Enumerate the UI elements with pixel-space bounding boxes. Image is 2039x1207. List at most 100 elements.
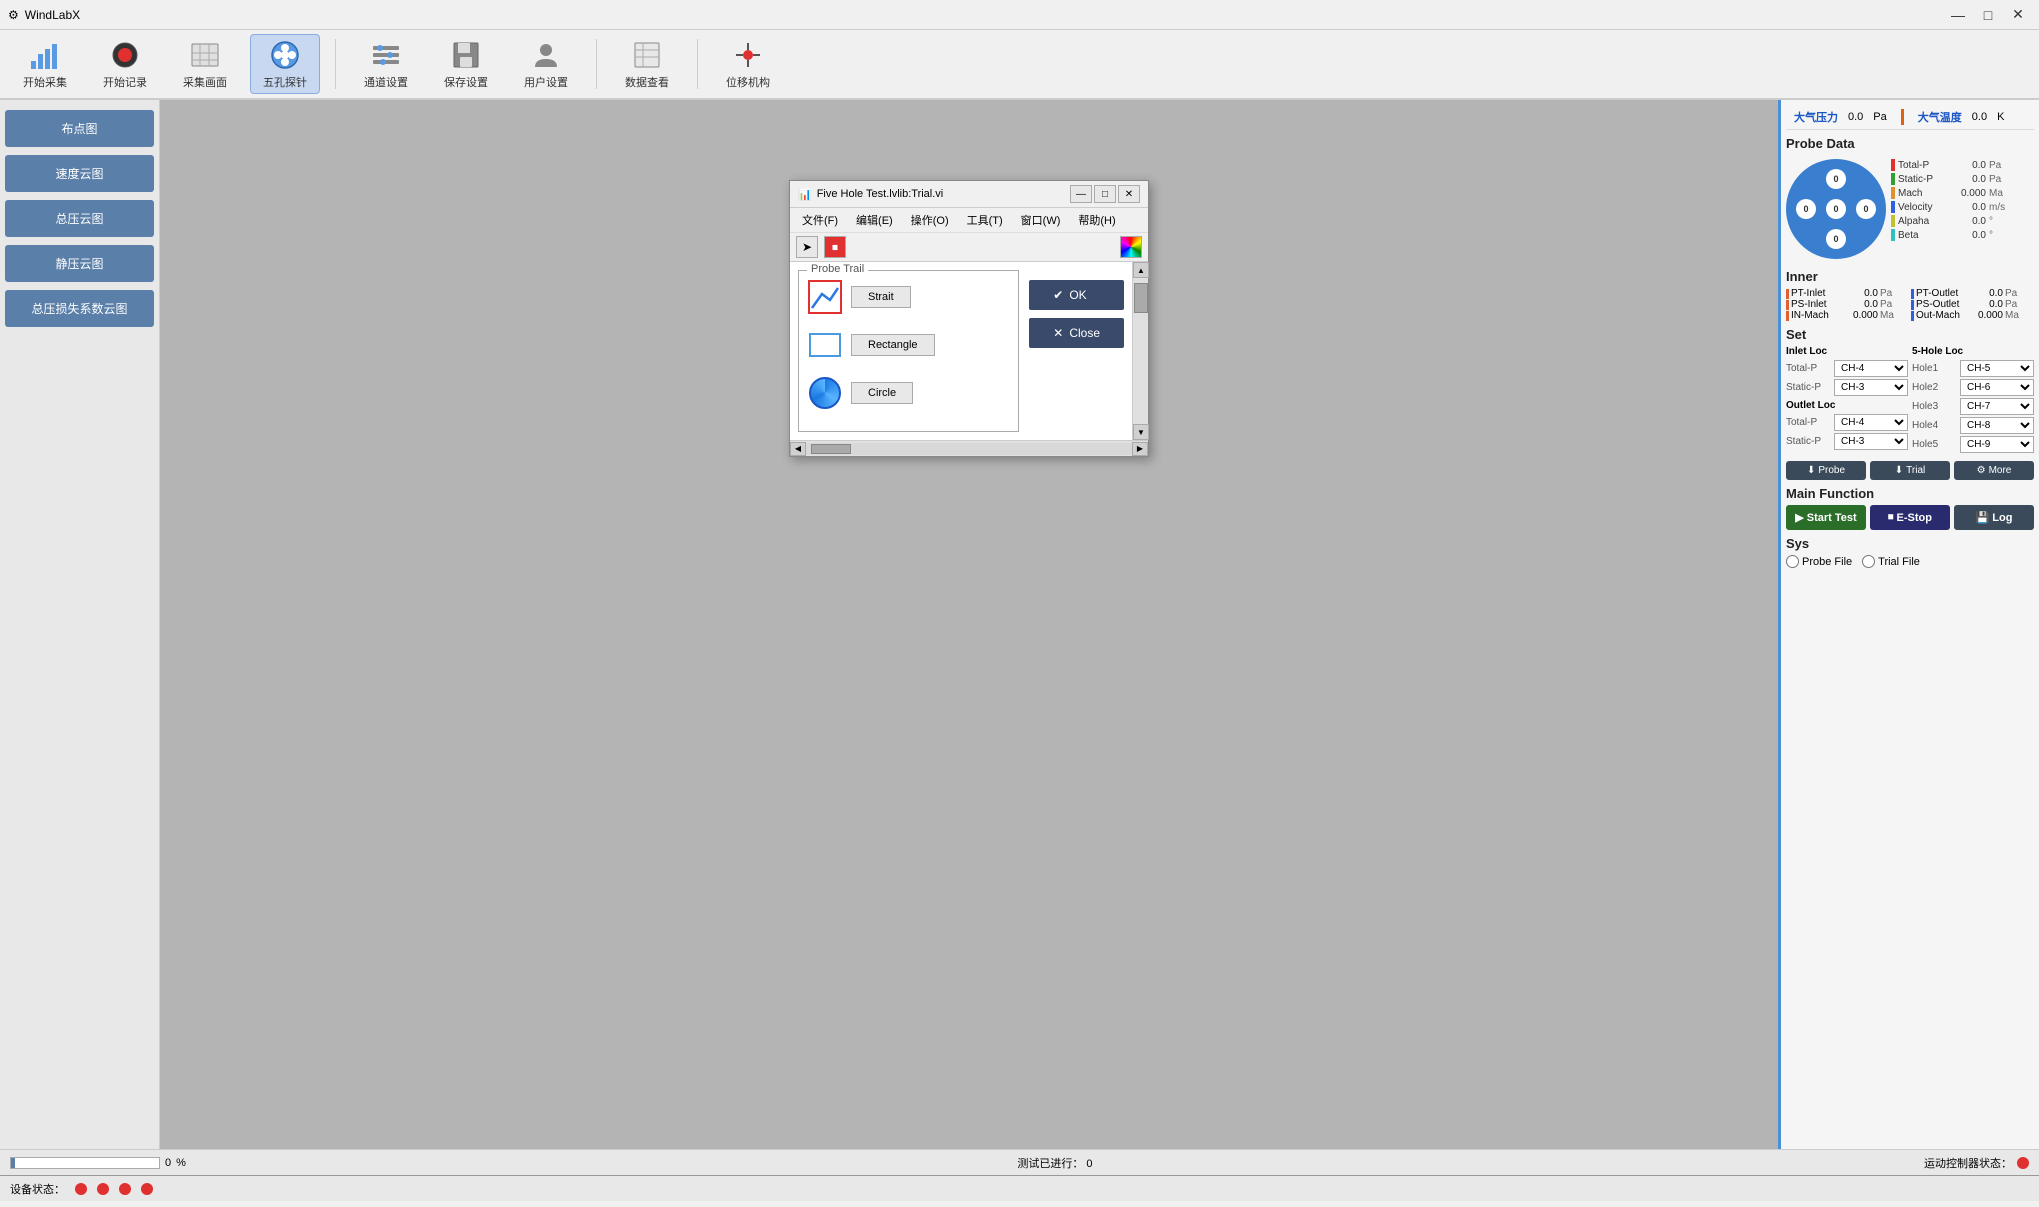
toolbar-data-check[interactable]: 数据查看: [612, 34, 682, 94]
pt-outlet-label: PT-Outlet: [1916, 288, 1971, 299]
modal-menu-edit[interactable]: 编辑(E): [852, 210, 897, 230]
hole2-select[interactable]: CH-6CH-1CH-2: [1960, 379, 2034, 396]
hole5-select[interactable]: CH-9CH-1CH-2: [1960, 436, 2034, 453]
toolbar-label-start-collect: 开始采集: [23, 74, 67, 90]
toolbar-position-mech[interactable]: 位移机构: [713, 34, 783, 94]
atmo-pressure-label: 大气压力: [1794, 109, 1838, 125]
toolbar-five-hole[interactable]: 五孔探针: [250, 34, 320, 94]
modal-menu-help[interactable]: 帮助(H): [1074, 210, 1119, 230]
pt-outlet-unit: Pa: [2005, 288, 2017, 299]
ps-inlet-label: PS-Inlet: [1791, 299, 1846, 310]
beta-label: Beta: [1898, 230, 1953, 241]
total-p-unit: Pa: [1989, 160, 2001, 171]
probe-button[interactable]: ⬇ Probe: [1786, 461, 1866, 480]
modal-maximize[interactable]: □: [1094, 185, 1116, 203]
e-stop-label: E-Stop: [1897, 512, 1932, 524]
motion-ctrl-label: 运动控制器状态：: [1924, 1155, 2012, 1171]
pt-inlet-color: [1786, 289, 1789, 299]
more-button[interactable]: ⚙ More: [1954, 461, 2034, 480]
inlet-static-p-select[interactable]: CH-3CH-1CH-2CH-4: [1834, 379, 1908, 396]
hscrollbar-right[interactable]: ▶: [1132, 442, 1148, 456]
hscrollbar-thumb[interactable]: [811, 444, 851, 454]
modal-close-x[interactable]: ✕: [1118, 185, 1140, 203]
left-sidebar: 布点图 速度云图 总压云图 静压云图 总压损失系数云图: [0, 100, 160, 1149]
toolbar-label-position-mech: 位移机构: [726, 74, 770, 90]
scrollbar-thumb[interactable]: [1134, 283, 1148, 313]
hole4-select[interactable]: CH-8CH-1CH-2: [1960, 417, 2034, 434]
modal-menu-operate[interactable]: 操作(O): [907, 210, 953, 230]
inlet-total-p-select[interactable]: CH-4CH-1CH-2CH-3CH-5: [1834, 360, 1908, 377]
scrollbar-up[interactable]: ▲: [1133, 262, 1149, 278]
toolbar-save-set[interactable]: 保存设置: [431, 34, 501, 94]
trail-item-circle[interactable]: Circle: [807, 375, 1010, 411]
device-dot-3: [119, 1183, 131, 1195]
hole5-loc-title: 5-Hole Loc: [1912, 346, 2034, 357]
scrollbar-down[interactable]: ▼: [1133, 424, 1149, 440]
position-icon: [732, 39, 764, 71]
trial-file-radio[interactable]: [1862, 555, 1875, 568]
alpaha-bar: [1891, 215, 1895, 227]
trail-item-strait[interactable]: Strait: [807, 279, 1010, 315]
toolbar-user-set[interactable]: 用户设置: [511, 34, 581, 94]
outlet-total-p-select[interactable]: CH-4CH-1CH-2CH-3: [1834, 414, 1908, 431]
hole-left: 0: [1796, 199, 1816, 219]
atmo-temperature-unit: K: [1997, 111, 2004, 123]
modal-menu-tools[interactable]: 工具(T): [963, 210, 1007, 230]
modal-ok-button[interactable]: ✔ OK: [1029, 280, 1124, 310]
hole1-select[interactable]: CH-5CH-1CH-2CH-3: [1960, 360, 2034, 377]
modal-minimize[interactable]: —: [1070, 185, 1092, 203]
status-center: 测试已进行： 0: [196, 1155, 1914, 1171]
log-button[interactable]: 💾 Log: [1954, 505, 2034, 530]
modal-close-button[interactable]: ✕ Close: [1029, 318, 1124, 348]
modal-menu-bar: 文件(F) 编辑(E) 操作(O) 工具(T) 窗口(W) 帮助(H): [790, 208, 1148, 233]
modal-menu-window[interactable]: 窗口(W): [1017, 210, 1065, 230]
probe-circle: 0 0 0 0 0: [1786, 159, 1886, 259]
pt-outlet-value: 0.0: [1973, 288, 2003, 299]
close-button[interactable]: ✕: [2005, 5, 2031, 25]
modal-toolbar-arrow[interactable]: ➤: [796, 236, 818, 258]
modal-color-button[interactable]: [1120, 236, 1142, 258]
toolbar-channel-set[interactable]: 通道设置: [351, 34, 421, 94]
mach-label: Mach: [1898, 188, 1953, 199]
sidebar-static-p-map[interactable]: 静压云图: [5, 245, 154, 282]
toolbar-start-record[interactable]: 开始记录: [90, 34, 160, 94]
alpaha-unit: °: [1989, 216, 1993, 227]
download-icon-2: ⬇: [1895, 465, 1903, 476]
sidebar-total-p-map[interactable]: 总压云图: [5, 200, 154, 237]
toolbar-start-collect[interactable]: 开始采集: [10, 34, 80, 94]
velocity-value: 0.0: [1956, 202, 1986, 213]
minimize-button[interactable]: —: [1945, 5, 1971, 25]
modal-title-left: 📊 Five Hole Test.lvlib:Trial.vi: [798, 188, 943, 201]
hole3-select[interactable]: CH-7CH-1CH-2: [1960, 398, 2034, 415]
probe-file-radio[interactable]: [1786, 555, 1799, 568]
sidebar-layout-map[interactable]: 布点图: [5, 110, 154, 147]
data-icon: [631, 39, 663, 71]
probe-row-velocity: Velocity 0.0 m/s: [1891, 201, 2005, 213]
close-label: Close: [1069, 326, 1100, 340]
modal-toolbar-stop[interactable]: ⏹: [824, 236, 846, 258]
maximize-button[interactable]: □: [1975, 5, 2001, 25]
mach-bar: [1891, 187, 1895, 199]
trial-button[interactable]: ⬇ Trial: [1870, 461, 1950, 480]
ps-inlet-value: 0.0: [1848, 299, 1878, 310]
static-p-label: Static-P: [1898, 174, 1953, 185]
atmo-temperature-label: 大气温度: [1918, 109, 1962, 125]
sidebar-velocity-map[interactable]: 速度云图: [5, 155, 154, 192]
trail-item-rectangle[interactable]: Rectangle: [807, 327, 1010, 363]
sidebar-total-loss-map[interactable]: 总压损失系数云图: [5, 290, 154, 327]
outlet-static-p-row: Static-P CH-3CH-1CH-2CH-4: [1786, 433, 1908, 450]
rectangle-button[interactable]: Rectangle: [851, 334, 935, 356]
circle-button[interactable]: Circle: [851, 382, 913, 404]
inlet-static-p-label: Static-P: [1786, 382, 1831, 393]
outlet-static-p-select[interactable]: CH-3CH-1CH-2CH-4: [1834, 433, 1908, 450]
probe-file-group: Probe File: [1786, 555, 1852, 568]
modal-menu-file[interactable]: 文件(F): [798, 210, 842, 230]
ps-outlet-label: PS-Outlet: [1916, 299, 1971, 310]
start-test-button[interactable]: ▶ Start Test: [1786, 505, 1866, 530]
out-mach-unit: Ma: [2005, 310, 2019, 321]
hscrollbar-left[interactable]: ◀: [790, 442, 806, 456]
toolbar-collect-map[interactable]: 采集画面: [170, 34, 240, 94]
strait-button[interactable]: Strait: [851, 286, 911, 308]
inner-in-mach-row: IN-Mach 0.000 Ma: [1786, 310, 1909, 321]
e-stop-button[interactable]: ⏹ E-Stop: [1870, 505, 1950, 530]
